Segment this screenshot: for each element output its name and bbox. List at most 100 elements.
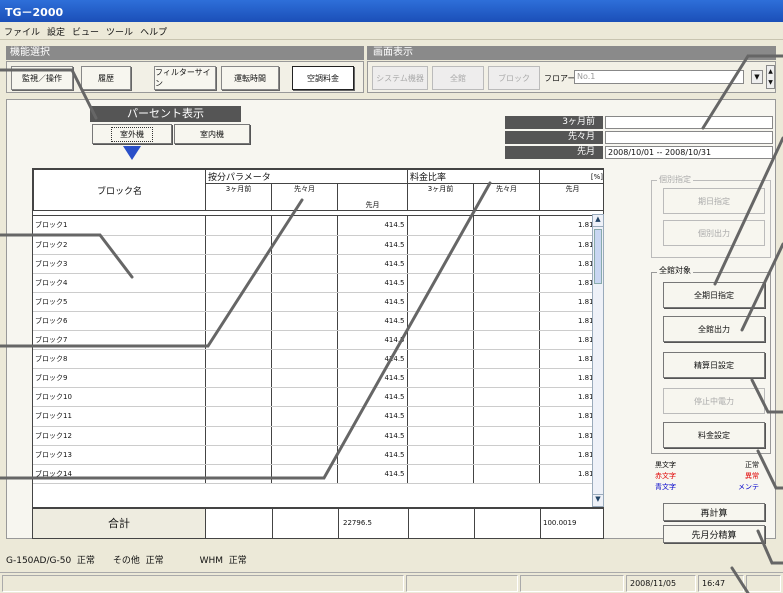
indoor-unit-button[interactable]: 室内機 xyxy=(174,124,250,144)
table-row[interactable]: ブロック9 414.5 1.8183 xyxy=(33,368,603,389)
param-3m-cell xyxy=(205,368,272,389)
ratio-2m-cell xyxy=(473,216,540,236)
percent-display-title: パーセント表示 xyxy=(90,106,241,122)
floor-select[interactable]: No.1 xyxy=(574,70,744,84)
legend-error-state: 異常 xyxy=(745,472,759,480)
menu-settings[interactable]: 設定 xyxy=(47,28,65,38)
ratio-2m-header: 先々月 xyxy=(473,183,541,211)
individual-title: 個別指定 xyxy=(657,174,693,185)
ratio-unit: [%] xyxy=(539,169,603,184)
table-row[interactable]: ブロック2 414.5 1.8183 xyxy=(33,235,603,255)
ratio-3m-header: 3ヶ月前 xyxy=(407,183,475,211)
individual-output-button[interactable]: 個別出力 xyxy=(663,220,765,246)
ratio-header: 料金比率 xyxy=(407,169,541,184)
table-row[interactable]: ブロック3 414.5 1.8183 xyxy=(33,254,603,274)
scroll-thumb[interactable] xyxy=(594,229,602,284)
floor-spinner-icon[interactable]: ▲ ▼ xyxy=(766,65,775,89)
param-2m-cell xyxy=(271,368,338,389)
all-output-button[interactable]: 全館出力 xyxy=(663,316,765,342)
outdoor-unit-button[interactable]: 室外機 xyxy=(92,124,172,144)
param-2m-cell xyxy=(271,330,338,351)
param-2m-cell xyxy=(271,235,338,255)
menu-file[interactable]: ファイル xyxy=(4,28,40,38)
table-scrollbar[interactable]: ▲ ▼ xyxy=(592,214,604,507)
table-row[interactable]: ブロック8 414.5 1.8183 xyxy=(33,349,603,370)
ratio-3m-cell xyxy=(407,216,474,236)
status-time: 16:47 xyxy=(698,575,744,592)
tab-block[interactable]: ブロック xyxy=(488,66,540,90)
settlement-day-button[interactable]: 精算日設定 xyxy=(663,352,765,378)
param-last-cell: 414.5 xyxy=(337,292,408,312)
block-name-cell: ブロック11 xyxy=(33,406,206,427)
param-last-cell: 414.5 xyxy=(337,387,408,408)
menu-help[interactable]: ヘルプ xyxy=(140,28,167,38)
table-row[interactable]: ブロック10 414.5 1.8183 xyxy=(33,387,603,408)
floor-dropdown-chevron-down-icon[interactable]: ▼ xyxy=(751,70,763,84)
table-row[interactable]: ブロック12 414.5 1.8183 xyxy=(33,426,603,446)
param-header: 按分パラメータ xyxy=(204,169,409,184)
tab-history[interactable]: 履歴 xyxy=(81,66,131,90)
block-name-cell: ブロック5 xyxy=(33,292,206,312)
fee-setting-button[interactable]: 料金設定 xyxy=(663,422,765,448)
param-last-cell: 414.5 xyxy=(337,330,408,351)
recalc-button[interactable]: 再計算 xyxy=(663,503,765,521)
stop-power-button[interactable]: 停止中電力 xyxy=(663,388,765,414)
tab-monitor-operate[interactable]: 監視／操作 xyxy=(11,66,73,90)
table-row[interactable]: ブロック5 414.5 1.8183 xyxy=(33,292,603,312)
table-row[interactable]: ブロック6 414.5 1.8183 xyxy=(33,311,603,332)
tab-operation-time[interactable]: 運転時間 xyxy=(221,66,279,90)
ratio-3m-cell xyxy=(407,464,474,484)
status-cell-6 xyxy=(746,575,781,592)
table-row[interactable]: ブロック4 414.5 1.8183 xyxy=(33,273,603,293)
legend-blue-label: 青文字 xyxy=(655,483,676,491)
param-last-cell: 414.5 xyxy=(337,311,408,332)
scroll-up-icon[interactable]: ▲ xyxy=(593,215,603,227)
block-name-cell: ブロック7 xyxy=(33,330,206,351)
table-row[interactable]: ブロック13 414.5 1.8183 xyxy=(33,445,603,465)
menu-view[interactable]: ビュー xyxy=(72,28,99,38)
ratio-3m-cell xyxy=(407,292,474,312)
ratio-3m-cell xyxy=(407,426,474,446)
menu-bar: ファイル 設定 ビュー ツール ヘルプ xyxy=(0,22,783,40)
param-last-cell: 414.5 xyxy=(337,426,408,446)
param-3m-cell xyxy=(205,330,272,351)
function-tabs: 監視／操作 履歴 フィルターサイン 運転時間 空調料金 xyxy=(6,61,364,93)
ratio-2m-cell xyxy=(473,368,540,389)
tab-system-equipment[interactable]: システム機器 xyxy=(372,66,428,90)
ratio-3m-cell xyxy=(407,235,474,255)
all-period-button[interactable]: 全期日指定 xyxy=(663,282,765,308)
block-name-cell: ブロック1 xyxy=(33,216,206,236)
table-row[interactable]: ブロック14 414.5 1.8183 xyxy=(33,464,603,484)
three-months-ago-value xyxy=(605,116,773,129)
table-body: ブロック1 414.5 1.8183 ブロック2 414.5 1.8183 ブロック3 414… xyxy=(33,216,603,484)
table-row[interactable]: ブロック1 414.5 1.8183 xyxy=(33,216,603,236)
screen-tabs: システム機器 全館 ブロック フロアー No.1 ▼ ▲ ▼ xyxy=(367,61,776,93)
tab-aircon-fee[interactable]: 空調料金 xyxy=(292,66,354,90)
total-ratio: 100.0019 xyxy=(543,519,577,527)
param-3m-cell xyxy=(205,273,272,293)
table-row[interactable]: ブロック11 414.5 1.8183 xyxy=(33,406,603,427)
tab-filter-sign[interactable]: フィルターサイン xyxy=(154,66,216,90)
param-2m-cell xyxy=(271,445,338,465)
block-name-cell: ブロック2 xyxy=(33,235,206,255)
function-section-header: 機能選択 xyxy=(6,46,364,60)
status-cell-3 xyxy=(520,575,624,592)
param-2m-header: 先々月 xyxy=(271,183,338,211)
tab-whole-building[interactable]: 全館 xyxy=(432,66,484,90)
block-name-cell: ブロック12 xyxy=(33,426,206,446)
param-2m-cell xyxy=(271,273,338,293)
last-month-settle-button[interactable]: 先月分精算 xyxy=(663,525,765,543)
period-specify-button[interactable]: 期日指定 xyxy=(663,188,765,214)
param-last-cell: 414.5 xyxy=(337,273,408,293)
menu-tools[interactable]: ツール xyxy=(106,28,133,38)
status-bar: 2008/11/05 16:47 xyxy=(0,572,783,593)
three-months-ago-label: 3ヶ月前 xyxy=(505,116,603,129)
all-buildings-title: 全館対象 xyxy=(657,265,693,276)
table-row[interactable]: ブロック7 414.5 1.8183 xyxy=(33,330,603,351)
block-name-cell: ブロック8 xyxy=(33,349,206,370)
total-param: 22796.5 xyxy=(339,509,409,538)
scroll-down-icon[interactable]: ▼ xyxy=(593,494,603,506)
color-legend: 黒文字 正常 赤文字 異常 青文字 メンテ xyxy=(655,460,767,493)
param-2m-cell xyxy=(271,464,338,484)
screen-section-header: 画面表示 xyxy=(367,46,776,60)
